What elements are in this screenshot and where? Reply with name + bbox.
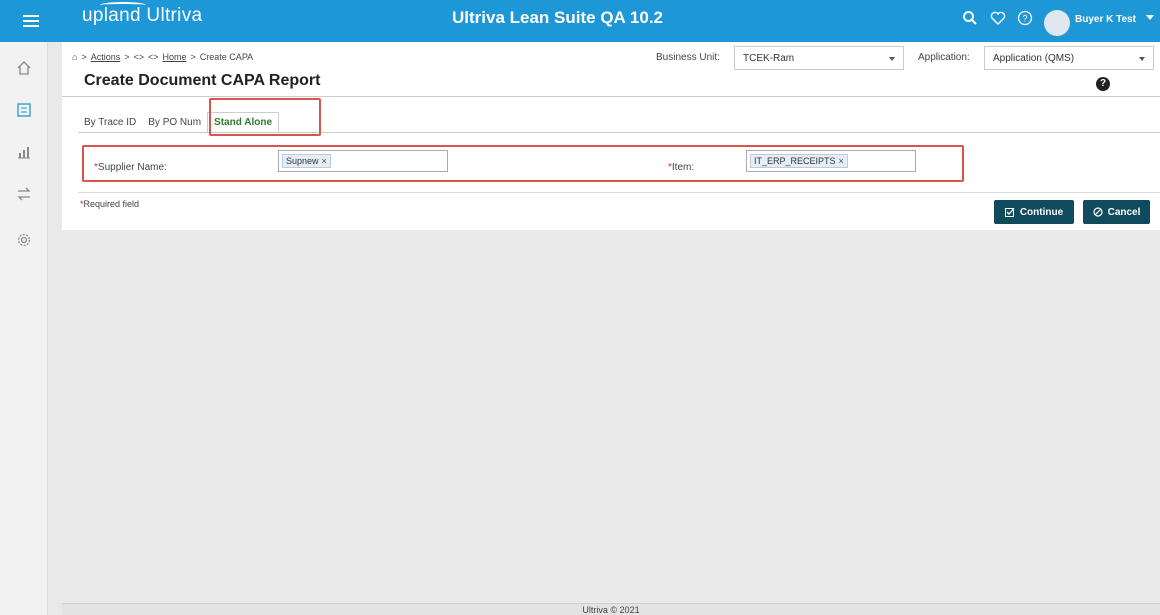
checklist-icon[interactable] [10, 96, 38, 124]
svg-text:?: ? [1022, 14, 1027, 24]
top-header: upland Ultriva Ultriva Lean Suite QA 10.… [0, 0, 1160, 42]
sidebar [0, 42, 48, 615]
caret-down-icon [1139, 57, 1145, 61]
cancel-icon [1092, 207, 1103, 217]
item-label: *Item: [668, 162, 695, 173]
application-label: Application: [918, 52, 970, 63]
item-input[interactable]: IT_ERP_RECEIPTS × [746, 150, 916, 172]
breadcrumb-separator: > [124, 52, 130, 62]
supplier-name-label: *Supplier Name: [94, 162, 167, 173]
gear-icon[interactable] [10, 226, 38, 254]
caret-down-icon[interactable] [1146, 15, 1154, 20]
home-icon[interactable] [10, 54, 38, 82]
app-title: Ultriva Lean Suite QA 10.2 [452, 8, 663, 27]
code-icon[interactable]: <> [148, 52, 159, 62]
breadcrumb-actions-link[interactable]: Actions [91, 52, 121, 62]
item-tag: IT_ERP_RECEIPTS × [750, 154, 848, 168]
caret-down-icon [889, 57, 895, 61]
footer: Ultriva © 2021 [62, 603, 1160, 615]
tab-highlight-box [209, 98, 321, 136]
cancel-button[interactable]: Cancel [1083, 200, 1150, 224]
tab-by-po-num[interactable]: By PO Num [142, 113, 207, 132]
chart-icon[interactable] [10, 138, 38, 166]
required-field-note: *Required field [80, 199, 140, 209]
avatar[interactable] [1044, 10, 1070, 36]
supplier-tag: Supnew × [282, 154, 331, 168]
remove-tag-icon[interactable]: × [322, 156, 327, 166]
breadcrumb: ⌂ > Actions > <> <> Home > Create CAPA [72, 52, 253, 62]
application-value: Application (QMS) [993, 53, 1075, 64]
cancel-label: Cancel [1107, 206, 1141, 218]
remove-tag-icon[interactable]: × [839, 156, 844, 166]
business-unit-value: TCEK-Ram [743, 53, 795, 64]
breadcrumb-separator: > [81, 52, 87, 62]
heart-icon[interactable] [990, 10, 1006, 32]
user-name[interactable]: Buyer K Test [1075, 14, 1136, 25]
item-tag-label: IT_ERP_RECEIPTS [754, 156, 836, 166]
business-unit-select[interactable]: TCEK-Ram [734, 46, 904, 70]
code-icon[interactable]: <> [133, 52, 144, 62]
breadcrumb-separator: > [190, 52, 196, 62]
help-icon[interactable]: ? [1096, 77, 1110, 91]
continue-button[interactable]: Continue [994, 200, 1074, 224]
swap-icon[interactable] [10, 180, 38, 208]
business-unit-label: Business Unit: [656, 52, 720, 63]
check-square-icon [1004, 208, 1015, 217]
menu-icon[interactable] [0, 0, 62, 42]
continue-label: Continue [1019, 206, 1064, 218]
form-divider [78, 192, 1160, 193]
application-select[interactable]: Application (QMS) [984, 46, 1154, 70]
breadcrumb-home-link[interactable]: Home [163, 52, 187, 62]
breadcrumb-current: Create CAPA [199, 52, 254, 62]
tab-by-trace-id[interactable]: By Trace ID [78, 113, 142, 132]
supplier-name-input[interactable]: Supnew × [278, 150, 448, 172]
search-icon[interactable] [962, 10, 978, 32]
supplier-tag-label: Supnew [286, 156, 319, 166]
brand-logo: upland Ultriva [82, 5, 203, 26]
main-content: ⌂ > Actions > <> <> Home > Create CAPA C… [62, 42, 1160, 230]
home-icon[interactable]: ⌂ [72, 52, 77, 62]
page-title: Create Document CAPA Report [84, 72, 321, 89]
divider [62, 96, 1160, 97]
help-circle-icon[interactable]: ? [1017, 10, 1033, 32]
